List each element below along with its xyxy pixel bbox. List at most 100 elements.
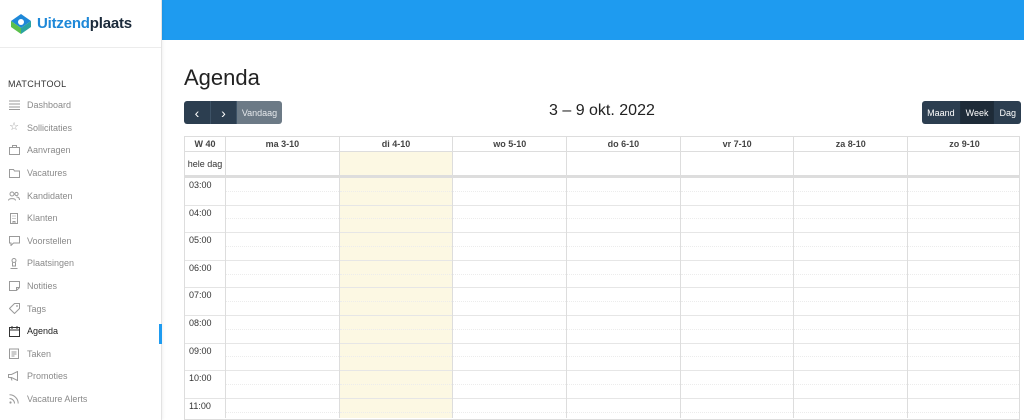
time-slot[interactable] bbox=[453, 247, 567, 261]
time-slot[interactable] bbox=[794, 357, 908, 372]
time-slot[interactable] bbox=[339, 192, 453, 206]
view-day-button[interactable]: Dag bbox=[993, 101, 1021, 124]
time-slot[interactable] bbox=[339, 371, 453, 385]
time-slot[interactable] bbox=[908, 275, 1019, 289]
time-slot[interactable] bbox=[680, 233, 794, 247]
time-slot[interactable] bbox=[339, 344, 453, 358]
day-column-today[interactable] bbox=[338, 178, 453, 418]
time-slot[interactable] bbox=[567, 302, 680, 316]
time-slot[interactable] bbox=[567, 385, 680, 399]
time-slot[interactable] bbox=[908, 288, 1019, 303]
time-slot[interactable] bbox=[226, 302, 339, 316]
time-slot[interactable] bbox=[567, 371, 680, 385]
time-slot[interactable] bbox=[794, 192, 908, 206]
day-header-tue[interactable]: di 4-10 bbox=[338, 137, 453, 151]
time-slot[interactable] bbox=[339, 385, 453, 399]
time-slot[interactable] bbox=[453, 219, 567, 234]
time-slot[interactable] bbox=[453, 399, 567, 413]
time-slot[interactable] bbox=[680, 399, 794, 413]
time-slot[interactable] bbox=[567, 413, 680, 419]
time-slot[interactable] bbox=[794, 399, 908, 413]
day-header-fri[interactable]: vr 7-10 bbox=[679, 137, 794, 151]
time-slot[interactable] bbox=[226, 247, 339, 261]
time-slot[interactable] bbox=[680, 344, 794, 358]
day-header-sat[interactable]: za 8-10 bbox=[793, 137, 907, 151]
time-slot[interactable] bbox=[794, 275, 908, 289]
time-slot[interactable] bbox=[453, 233, 567, 247]
time-slot[interactable] bbox=[794, 247, 908, 261]
time-slot[interactable] bbox=[680, 316, 794, 330]
sidebar-item-klanten[interactable]: Klanten bbox=[0, 207, 162, 230]
time-slot[interactable] bbox=[226, 316, 339, 330]
time-slot[interactable] bbox=[453, 330, 567, 344]
sidebar-item-dashboard[interactable]: Dashboard bbox=[0, 94, 162, 117]
sidebar-item-taken[interactable]: Taken bbox=[0, 343, 162, 366]
day-header-sun[interactable]: zo 9-10 bbox=[907, 137, 1019, 151]
time-slot[interactable] bbox=[567, 316, 680, 330]
today-button[interactable]: Vandaag bbox=[236, 101, 282, 124]
sidebar-item-aanvragen[interactable]: Aanvragen bbox=[0, 139, 162, 162]
time-slot[interactable] bbox=[567, 233, 680, 247]
time-slot[interactable] bbox=[567, 330, 680, 344]
time-slot[interactable] bbox=[567, 261, 680, 275]
time-slot[interactable] bbox=[680, 275, 794, 289]
prev-week-button[interactable]: ‹ bbox=[184, 101, 210, 124]
time-slot[interactable] bbox=[794, 316, 908, 330]
time-slot[interactable] bbox=[794, 344, 908, 358]
day-header-mon[interactable]: ma 3-10 bbox=[225, 137, 339, 151]
brand-logo[interactable]: Uitzendplaats bbox=[0, 0, 161, 48]
time-slot[interactable] bbox=[680, 192, 794, 206]
time-slot[interactable] bbox=[453, 371, 567, 385]
time-slot[interactable] bbox=[908, 219, 1019, 234]
allday-cell[interactable] bbox=[225, 152, 339, 175]
time-slot[interactable] bbox=[794, 385, 908, 399]
time-slot[interactable] bbox=[453, 288, 567, 303]
allday-cell-today[interactable] bbox=[338, 152, 453, 175]
time-slot[interactable] bbox=[680, 261, 794, 275]
time-slot[interactable] bbox=[567, 344, 680, 358]
time-slot[interactable] bbox=[453, 178, 567, 192]
time-slot[interactable] bbox=[908, 192, 1019, 206]
time-slot[interactable] bbox=[339, 247, 453, 261]
time-slot[interactable] bbox=[453, 206, 567, 220]
sidebar-item-vacature-alerts[interactable]: Vacature Alerts bbox=[0, 388, 162, 411]
allday-cell[interactable] bbox=[566, 152, 680, 175]
time-slot[interactable] bbox=[226, 357, 339, 372]
time-slot[interactable] bbox=[908, 261, 1019, 275]
view-week-button[interactable]: Week bbox=[959, 101, 994, 124]
time-slot[interactable] bbox=[794, 233, 908, 247]
time-slot[interactable] bbox=[908, 206, 1019, 220]
time-slot[interactable] bbox=[680, 330, 794, 344]
allday-cell[interactable] bbox=[907, 152, 1019, 175]
time-slot[interactable] bbox=[339, 302, 453, 316]
time-slot[interactable] bbox=[908, 330, 1019, 344]
allday-cell[interactable] bbox=[452, 152, 566, 175]
time-slot[interactable] bbox=[226, 385, 339, 399]
time-slot[interactable] bbox=[908, 413, 1019, 419]
time-slot[interactable] bbox=[453, 344, 567, 358]
sidebar-item-voorstellen[interactable]: Voorstellen bbox=[0, 230, 162, 253]
time-slot[interactable] bbox=[908, 178, 1019, 192]
sidebar-item-plaatsingen[interactable]: Plaatsingen bbox=[0, 252, 162, 275]
time-slot[interactable] bbox=[226, 219, 339, 234]
time-slot[interactable] bbox=[567, 399, 680, 413]
time-slot[interactable] bbox=[453, 192, 567, 206]
time-slot[interactable] bbox=[680, 288, 794, 303]
time-slot[interactable] bbox=[567, 288, 680, 303]
time-slot[interactable] bbox=[908, 233, 1019, 247]
time-slot[interactable] bbox=[794, 330, 908, 344]
sidebar-item-agenda[interactable]: Agenda bbox=[0, 320, 162, 344]
time-slot[interactable] bbox=[908, 357, 1019, 372]
time-slot[interactable] bbox=[453, 275, 567, 289]
day-header-thu[interactable]: do 6-10 bbox=[566, 137, 680, 151]
time-slot[interactable] bbox=[453, 302, 567, 316]
time-slot[interactable] bbox=[339, 219, 453, 234]
sidebar-item-promoties[interactable]: Promoties bbox=[0, 365, 162, 388]
time-slot[interactable] bbox=[567, 206, 680, 220]
time-slot[interactable] bbox=[226, 344, 339, 358]
time-slot[interactable] bbox=[794, 302, 908, 316]
day-column-fri[interactable] bbox=[679, 178, 794, 418]
time-slot[interactable] bbox=[339, 233, 453, 247]
time-slot[interactable] bbox=[226, 288, 339, 303]
time-slot[interactable] bbox=[908, 344, 1019, 358]
